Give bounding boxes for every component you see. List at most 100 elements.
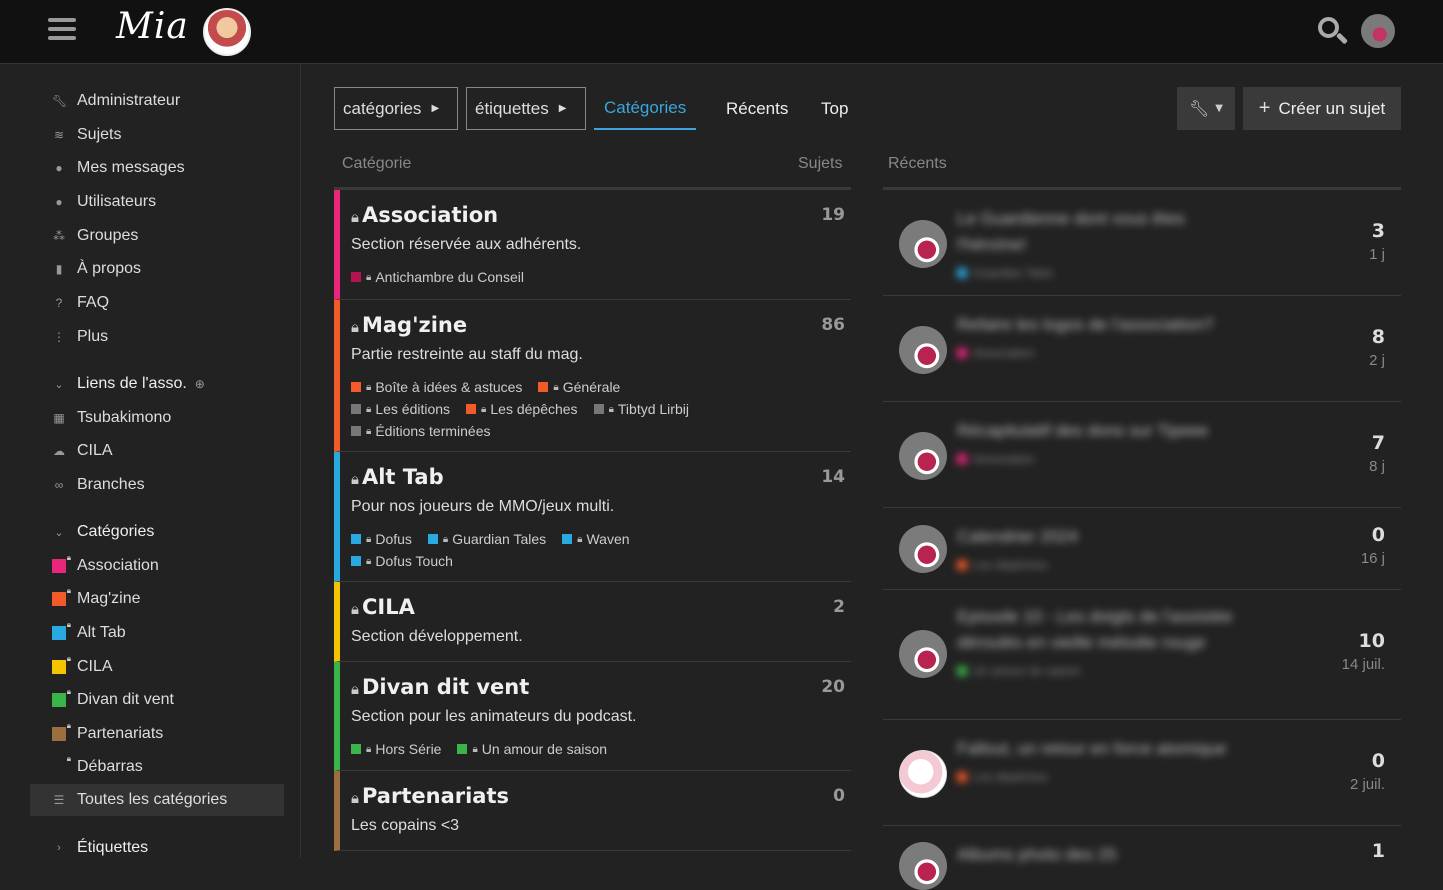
- topic-title[interactable]: Episode 10 - Les doigts de l'assistée dé…: [957, 604, 1247, 656]
- topic-category[interactable]: Guardian Tales: [973, 260, 1054, 286]
- sidebar-section-etiquettes[interactable]: › Étiquettes: [30, 832, 284, 864]
- topic-title[interactable]: Calendrier 2024: [957, 524, 1247, 550]
- user-avatar[interactable]: [1361, 14, 1395, 48]
- category-title[interactable]: 🔒︎ Alt Tab: [351, 465, 444, 489]
- lock-icon: 🔒︎: [66, 754, 71, 763]
- topic-age[interactable]: 14 juil.: [1342, 656, 1385, 673]
- sidebar-item-mes-messages[interactable]: ● Mes messages: [30, 152, 284, 184]
- sidebar-category-association[interactable]: 🔒︎ Association: [30, 550, 284, 582]
- avatar[interactable]: [899, 220, 947, 268]
- search-icon[interactable]: [1316, 15, 1350, 49]
- categories-dropdown[interactable]: catégories ▶: [334, 87, 458, 130]
- recent-topic-row[interactable]: Albums photo des 25 1: [883, 826, 1401, 890]
- topic-title[interactable]: Le Guardienne dont vous êtes l'héroïne!: [957, 206, 1247, 258]
- main-content: catégories ▶ étiquettes ▶ Catégories Récen…: [302, 64, 1443, 890]
- sidebar-item-tsubakimono[interactable]: ▦ Tsubakimono: [30, 402, 284, 434]
- category-color-swatch: 🔒︎: [52, 687, 71, 707]
- topic-age[interactable]: 2 juil.: [1350, 776, 1385, 793]
- sidebar-category-partenariats[interactable]: 🔒︎ Partenariats: [30, 718, 284, 750]
- topic-age[interactable]: 1 j: [1369, 246, 1385, 263]
- avatar[interactable]: [899, 842, 947, 890]
- category-title[interactable]: 🔒︎ Association: [351, 203, 498, 227]
- recent-topic-row[interactable]: Calendrier 2024 Les dépêches 0 16 j: [883, 508, 1401, 590]
- sidebar-item-cila[interactable]: ☁ CILA: [30, 435, 284, 467]
- admin-wrench-button[interactable]: 🔧︎ ▼: [1177, 87, 1235, 130]
- tab-categories[interactable]: Catégories: [594, 87, 697, 130]
- avatar[interactable]: [899, 750, 947, 798]
- subcategory-link[interactable]: 🔒︎ Dofus: [351, 531, 412, 547]
- sidebar-item-groupes[interactable]: ⁂ Groupes: [30, 220, 284, 252]
- subcategory-link[interactable]: 🔒︎ Éditions terminées: [351, 423, 491, 439]
- subcategory-link[interactable]: 🔒︎ Boîte à idées & astuces: [351, 379, 522, 395]
- avatar[interactable]: [899, 432, 947, 480]
- sidebar-category-divan-dit-vent[interactable]: 🔒︎ Divan dit vent: [30, 684, 284, 716]
- hamburger-menu-icon[interactable]: [48, 18, 76, 44]
- lock-icon: 🔒︎: [472, 743, 478, 755]
- site-logo-text[interactable]: Mia: [116, 6, 189, 47]
- category-topic-count: 19: [821, 205, 845, 225]
- category-title[interactable]: 🔒︎ Divan dit vent: [351, 675, 529, 699]
- subcategory-link[interactable]: 🔒︎ Les éditions: [351, 401, 450, 417]
- subcategory-link[interactable]: 🔒︎ Hors Série: [351, 741, 441, 757]
- sidebar-category-debarras[interactable]: 🔒︎ Débarras: [30, 751, 284, 783]
- sidebar-item-branches[interactable]: ∞ Branches: [30, 469, 284, 501]
- site-logo-image[interactable]: [203, 8, 251, 56]
- topic-age[interactable]: 16 j: [1361, 550, 1385, 567]
- column-header-topics[interactable]: Sujets: [798, 155, 842, 173]
- sidebar-item-faq[interactable]: ? FAQ: [30, 287, 284, 319]
- category-row-alt-tab[interactable]: 🔒︎ Alt Tab 14 Pour nos joueurs de MMO/jeu…: [334, 452, 851, 582]
- topic-title[interactable]: Refaire les logos de l'association?: [957, 312, 1247, 338]
- sidebar-item-utilisateurs[interactable]: ● Utilisateurs: [30, 186, 284, 218]
- category-title[interactable]: 🔒︎ Partenariats: [351, 784, 509, 808]
- category-title[interactable]: 🔒︎ CILA: [351, 595, 415, 619]
- sidebar-category-magzine[interactable]: 🔒︎ Mag'zine: [30, 583, 284, 615]
- sidebar-category-alt-tab[interactable]: 🔒︎ Alt Tab: [30, 617, 284, 649]
- sidebar-item-plus[interactable]: ⋮ Plus: [30, 321, 284, 353]
- sidebar-section-categories[interactable]: ⌄ Catégories: [30, 516, 284, 548]
- topic-category[interactable]: Les dépêches: [973, 764, 1048, 790]
- sidebar-all-categories[interactable]: ☰ Toutes les catégories: [30, 784, 284, 816]
- subcategory-link[interactable]: 🔒︎ Waven: [562, 531, 630, 547]
- category-row-partenariats[interactable]: 🔒︎ Partenariats 0 Les copains <3: [334, 771, 851, 851]
- topic-age[interactable]: 8 j: [1369, 458, 1385, 475]
- tags-dropdown[interactable]: étiquettes ▶: [466, 87, 586, 130]
- tab-recents[interactable]: Récents: [726, 87, 788, 130]
- sidebar-item-sujets[interactable]: ≋ Sujets: [30, 119, 284, 151]
- subcategory-link[interactable]: 🔒︎ Antichambre du Conseil: [351, 269, 524, 285]
- category-row-divan-dit-vent[interactable]: 🔒︎ Divan dit vent 20 Section pour les ani…: [334, 662, 851, 771]
- topic-category[interactable]: Association: [973, 340, 1034, 366]
- avatar[interactable]: [899, 525, 947, 573]
- sidebar-section-liens[interactable]: ⌄ Liens de l'asso. ⊕: [30, 368, 284, 400]
- category-title[interactable]: 🔒︎ Mag'zine: [351, 313, 467, 337]
- avatar[interactable]: [899, 326, 947, 374]
- sidebar-item-administrateur[interactable]: 🔧︎ Administrateur: [30, 85, 284, 117]
- column-header-category[interactable]: Catégorie: [342, 155, 411, 173]
- subcategory-link[interactable]: 🔒︎ Les dépêches: [466, 401, 578, 417]
- recent-topic-row[interactable]: Le Guardienne dont vous êtes l'héroïne! G…: [883, 190, 1401, 296]
- topic-category[interactable]: Association: [973, 446, 1034, 472]
- create-topic-button[interactable]: + Créer un sujet: [1243, 87, 1401, 130]
- category-color-swatch: 🔒︎: [52, 620, 71, 640]
- subcategory-link[interactable]: 🔒︎ Guardian Tales: [427, 531, 546, 547]
- topic-category[interactable]: Un amour de saison: [973, 658, 1080, 684]
- recent-topic-row[interactable]: Episode 10 - Les doigts de l'assistée dé…: [883, 590, 1401, 720]
- category-row-association[interactable]: 🔒︎ Association 19 Section réservée aux ad…: [334, 190, 851, 300]
- topic-title[interactable]: Albums photo des 25: [957, 842, 1247, 868]
- subcategory-link[interactable]: 🔒︎ Tibtyd Lirbij: [593, 401, 689, 417]
- recent-topic-row[interactable]: Fallout, un retour en force atomique Les …: [883, 720, 1401, 826]
- topic-title[interactable]: Fallout, un retour en force atomique: [957, 736, 1247, 762]
- recent-topic-row[interactable]: Récapitulatif des dons sur Tipeee Associa…: [883, 402, 1401, 508]
- topic-title[interactable]: Récapitulatif des dons sur Tipeee: [957, 418, 1247, 444]
- topic-age[interactable]: 2 j: [1369, 352, 1385, 369]
- category-row-cila[interactable]: 🔒︎ CILA 2 Section développement.: [334, 582, 851, 662]
- tab-top[interactable]: Top: [821, 87, 848, 130]
- subcategory-link[interactable]: 🔒︎ Un amour de saison: [457, 741, 607, 757]
- topic-category[interactable]: Les dépêches: [973, 552, 1048, 578]
- subcategory-link[interactable]: 🔒︎ Générale: [538, 379, 620, 395]
- avatar[interactable]: [899, 630, 947, 678]
- sidebar-category-cila[interactable]: 🔒︎ CILA: [30, 651, 284, 683]
- recent-topic-row[interactable]: Refaire les logos de l'association? Assoc…: [883, 296, 1401, 402]
- category-row-magzine[interactable]: 🔒︎ Mag'zine 86 Partie restreinte au staff…: [334, 300, 851, 452]
- sidebar-item-a-propos[interactable]: ▮ À propos: [30, 253, 284, 285]
- subcategory-link[interactable]: 🔒︎ Dofus Touch: [351, 553, 453, 569]
